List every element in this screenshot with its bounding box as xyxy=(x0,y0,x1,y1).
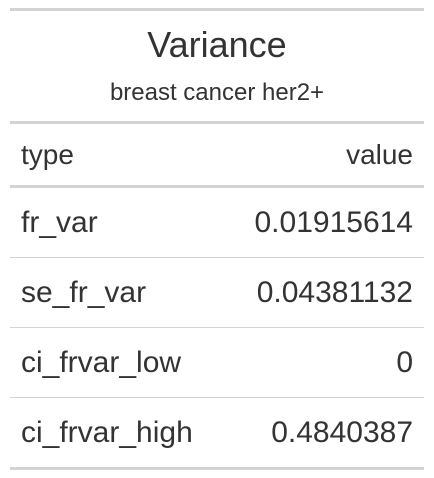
cell-type: se_fr_var xyxy=(21,275,147,309)
column-header-value: value xyxy=(346,138,413,170)
table-row: ci_frvar_high 0.4840387 xyxy=(10,398,424,470)
table-top-rule xyxy=(10,8,424,11)
column-header-row: type value xyxy=(10,124,424,188)
cell-type: fr_var xyxy=(21,205,98,239)
table-body: fr_var 0.01915614 se_fr_var 0.04381132 c… xyxy=(10,188,424,470)
table-title: Variance xyxy=(147,24,287,65)
column-header-type: type xyxy=(21,138,74,170)
table-row: fr_var 0.01915614 xyxy=(10,188,424,258)
cell-value: 0.04381132 xyxy=(256,275,413,309)
cell-value: 0 xyxy=(396,345,413,379)
cell-type: ci_frvar_low xyxy=(21,345,182,379)
variance-table: Variance breast cancer her2+ type value … xyxy=(10,0,424,470)
table-row: se_fr_var 0.04381132 xyxy=(10,258,424,328)
cell-value: 0.01915614 xyxy=(254,205,414,239)
table-row: ci_frvar_low 0 xyxy=(10,328,424,398)
table-subtitle: breast cancer her2+ xyxy=(109,79,325,106)
cell-value: 0.4840387 xyxy=(271,415,413,449)
cell-type: ci_frvar_high xyxy=(21,415,193,449)
